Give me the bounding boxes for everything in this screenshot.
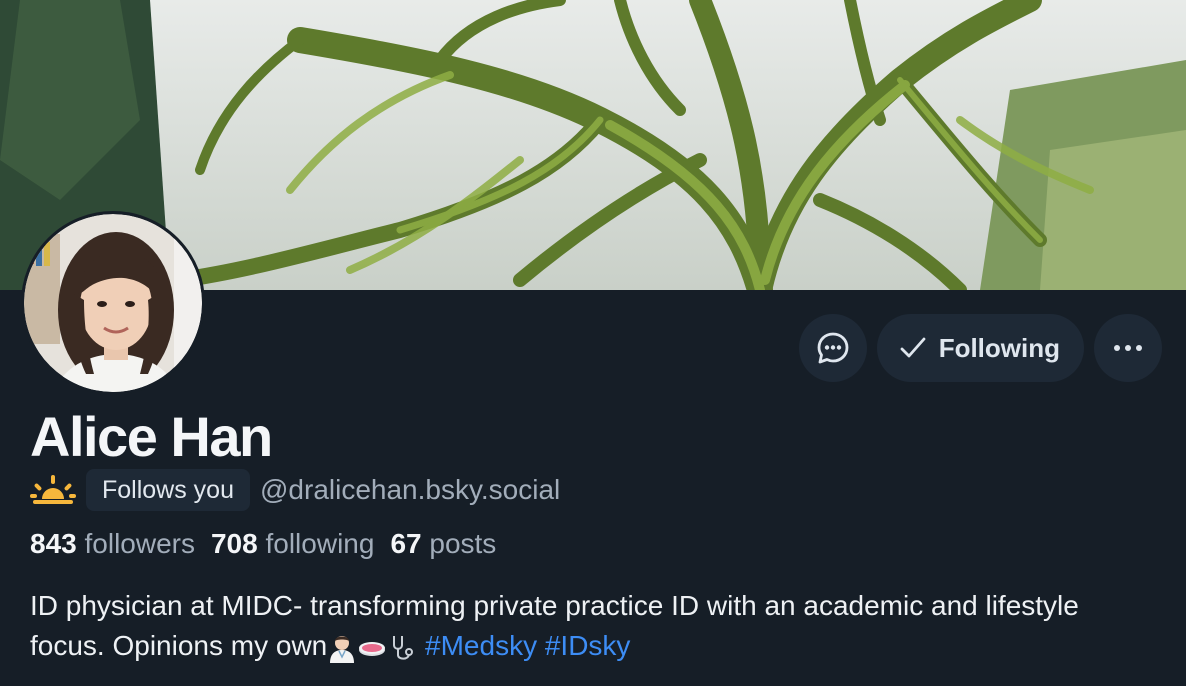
followers-stat[interactable]: 843 followers <box>30 528 195 560</box>
petri-dish-icon <box>359 641 386 656</box>
avatar-photo <box>24 214 202 392</box>
more-options-button[interactable] <box>1094 314 1162 382</box>
display-name: Alice Han <box>30 405 273 468</box>
posts-stat: 67 posts <box>390 528 496 560</box>
profile-bio: ID physician at MIDC- transforming priva… <box>30 586 1150 666</box>
profile-meta-row: Follows you @dralicehan.bsky.social <box>30 468 560 512</box>
ellipsis-icon <box>1114 345 1142 351</box>
profile-avatar[interactable] <box>21 211 205 395</box>
following-label: following <box>265 528 375 559</box>
posts-count: 67 <box>390 528 422 559</box>
profile-handle[interactable]: @dralicehan.bsky.social <box>260 474 560 506</box>
followers-count: 843 <box>30 528 77 559</box>
posts-label: posts <box>429 528 497 559</box>
checkmark-icon <box>900 337 926 358</box>
profile-actions: Following <box>798 314 1162 382</box>
hashtag-medsky[interactable]: #Medsky <box>425 630 537 661</box>
following-count: 708 <box>210 528 258 559</box>
following-button-label: Following <box>938 332 1060 363</box>
profile-stats: 843 followers 708 following 67 posts <box>30 528 496 560</box>
doctor-icon <box>330 635 355 663</box>
following-stat[interactable]: 708 following <box>211 528 374 560</box>
chat-bubble-icon <box>817 332 849 364</box>
message-button[interactable] <box>798 314 867 382</box>
hashtag-idsky[interactable]: #IDsky <box>545 630 631 661</box>
follows-you-badge: Follows you <box>86 469 250 511</box>
followers-label: followers <box>84 528 195 559</box>
sunrise-icon <box>30 475 76 504</box>
stethoscope-icon <box>393 635 414 660</box>
following-button[interactable]: Following <box>876 314 1084 382</box>
